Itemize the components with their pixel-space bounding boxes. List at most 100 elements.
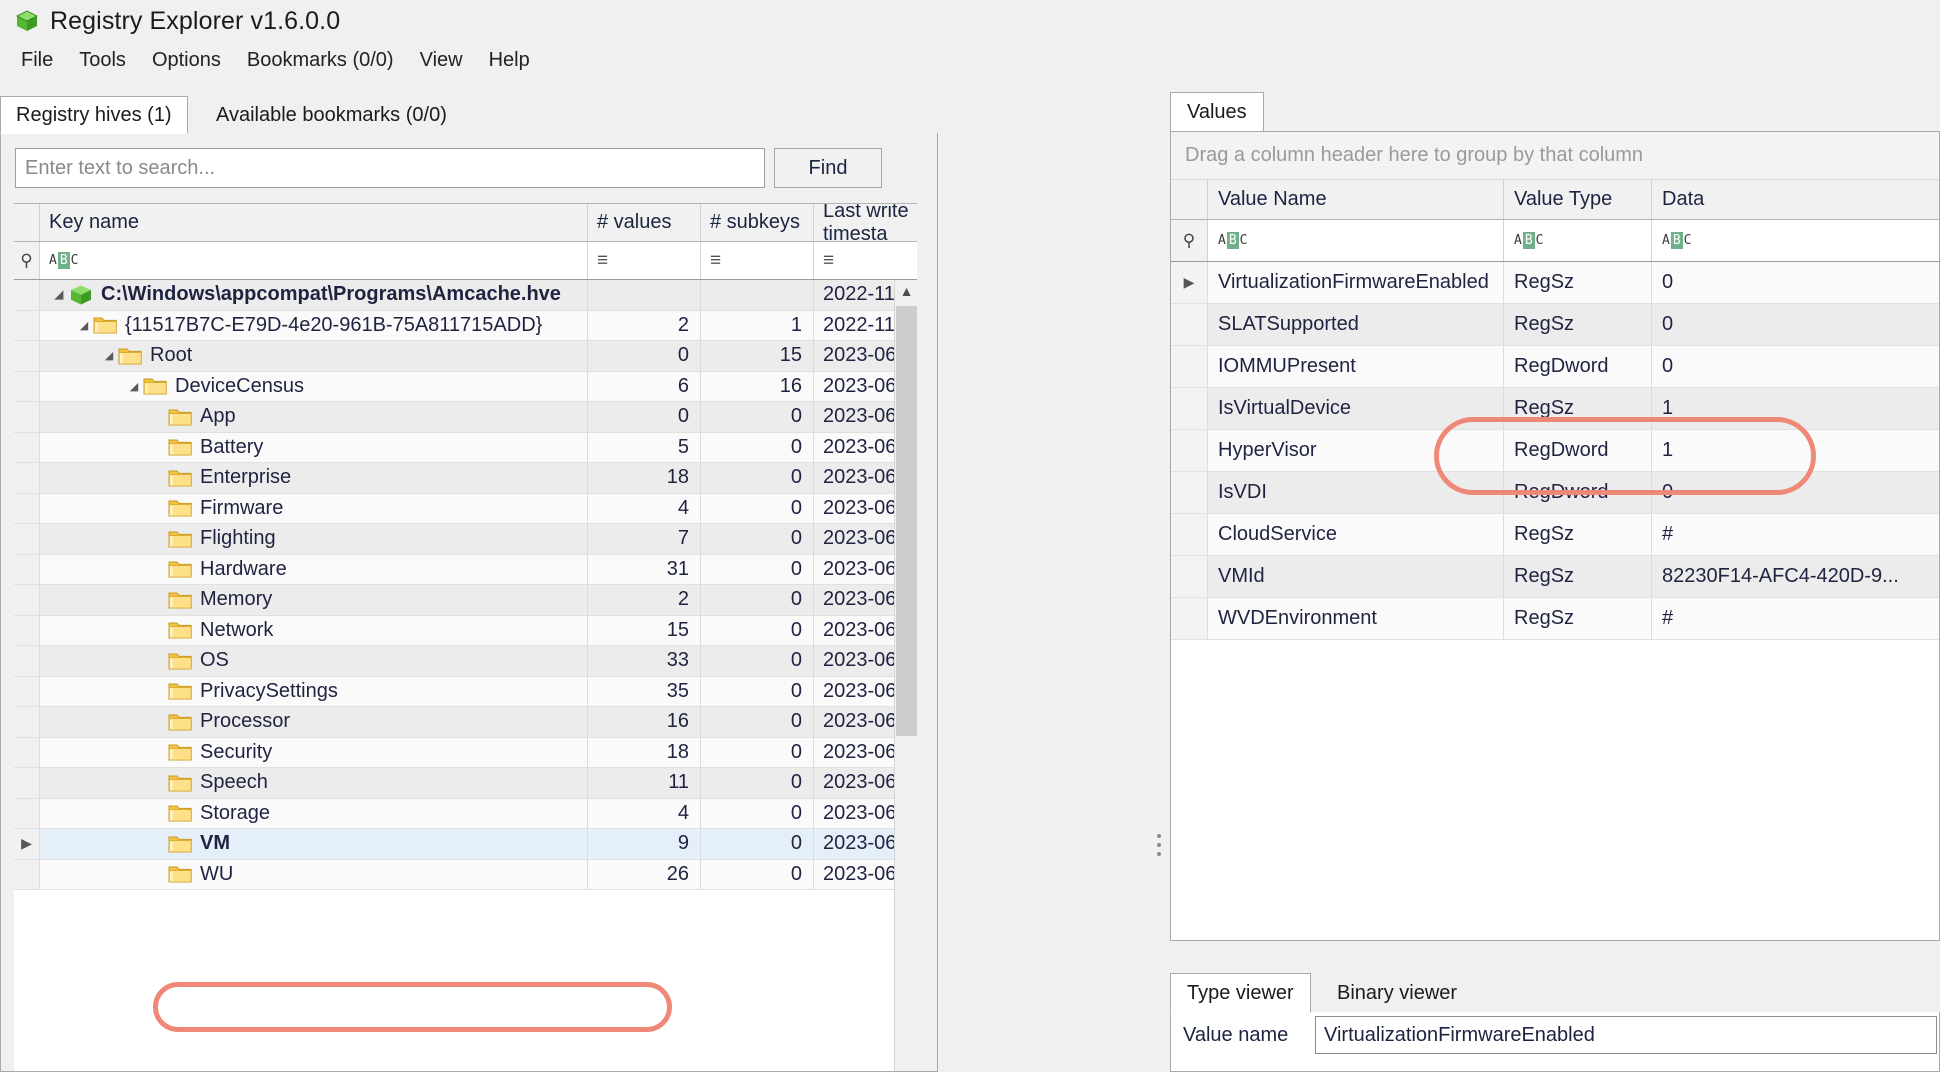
- column-header-num-values[interactable]: # values: [588, 204, 701, 241]
- tree-cell-key-name[interactable]: WU: [40, 859, 588, 890]
- menu-view[interactable]: View: [407, 45, 476, 76]
- values-filter-value-type[interactable]: ABC: [1504, 220, 1652, 261]
- tree-row[interactable]: Enterprise1802023-06-15 1: [14, 463, 917, 494]
- tab-available-bookmarks[interactable]: Available bookmarks (0/0): [200, 96, 463, 134]
- tree-cell-num-subkeys: 0: [701, 402, 814, 433]
- column-header-value-name[interactable]: Value Name: [1208, 180, 1504, 219]
- tree-row[interactable]: PrivacySettings3502023-06-15 1: [14, 676, 917, 707]
- tab-values[interactable]: Values: [1170, 92, 1264, 132]
- tree-cell-key-name[interactable]: Flighting: [40, 524, 588, 555]
- menu-file[interactable]: File: [8, 45, 66, 76]
- tree-row[interactable]: Security1802023-06-15 1: [14, 737, 917, 768]
- tree-cell-key-name[interactable]: Firmware: [40, 493, 588, 524]
- tree-row[interactable]: Storage402023-06-15 1: [14, 798, 917, 829]
- value-name-field[interactable]: VirtualizationFirmwareEnabled: [1315, 1016, 1937, 1054]
- tree-cell-key-name[interactable]: Enterprise: [40, 463, 588, 494]
- column-header-value-type[interactable]: Value Type: [1504, 180, 1652, 219]
- value-row[interactable]: VMId RegSz 82230F14-AFC4-420D-9...: [1171, 556, 1939, 598]
- menu-bookmarks[interactable]: Bookmarks (0/0): [234, 45, 407, 76]
- expander-collapse-icon[interactable]: ◢: [100, 349, 118, 362]
- menu-options[interactable]: Options: [139, 45, 234, 76]
- tree-row[interactable]: Processor1602023-06-15 1: [14, 707, 917, 738]
- tree-row[interactable]: ◢ C:\Windows\appcompat\Programs\Amcache.h…: [14, 280, 917, 311]
- tree-row[interactable]: ◢DeviceCensus6162023-06-18 1: [14, 371, 917, 402]
- tree-cell-key-name[interactable]: Hardware: [40, 554, 588, 585]
- tree-row[interactable]: ◢Root0152023-06-15 1: [14, 341, 917, 372]
- title-bar: Registry Explorer v1.6.0.0: [0, 0, 1940, 42]
- value-cell-name: CloudService: [1208, 514, 1504, 556]
- tab-binary-viewer[interactable]: Binary viewer: [1320, 973, 1474, 1013]
- tree-cell-key-name[interactable]: VM: [40, 829, 588, 860]
- tree-cell-num-values: 16: [588, 707, 701, 738]
- expander-collapse-icon[interactable]: ◢: [75, 319, 93, 332]
- values-row-indicator-header: [1171, 180, 1208, 219]
- tree-cell-key-name[interactable]: App: [40, 402, 588, 433]
- filter-num-subkeys[interactable]: ≡: [701, 242, 814, 279]
- column-header-data[interactable]: Data: [1652, 180, 1939, 219]
- tree-cell-key-name[interactable]: Speech: [40, 768, 588, 799]
- values-filter-value-name[interactable]: ABC: [1208, 220, 1504, 261]
- row-indicator: [14, 280, 40, 311]
- value-row[interactable]: CloudService RegSz #: [1171, 514, 1939, 556]
- tree-cell-key-name[interactable]: Network: [40, 615, 588, 646]
- filter-key-name[interactable]: ABC: [40, 242, 588, 279]
- tab-registry-hives[interactable]: Registry hives (1): [0, 96, 188, 134]
- value-row[interactable]: IsVirtualDevice RegSz 1: [1171, 388, 1939, 430]
- tree-row[interactable]: Flighting702023-06-18 1: [14, 524, 917, 555]
- value-row-indicator: [1171, 388, 1208, 430]
- values-filter-funnel-icon[interactable]: ⚲: [1171, 220, 1208, 261]
- scroll-up-arrow-icon[interactable]: ▲: [895, 280, 917, 302]
- tree-row[interactable]: Memory202023-06-15 1: [14, 585, 917, 616]
- menu-help[interactable]: Help: [476, 45, 543, 76]
- filter-funnel-icon[interactable]: ⚲: [14, 242, 40, 279]
- tree-row[interactable]: Speech1102023-06-15 1: [14, 768, 917, 799]
- column-header-last-write[interactable]: Last write timesta: [814, 204, 916, 245]
- group-by-hint[interactable]: Drag a column header here to group by th…: [1171, 132, 1939, 180]
- tree-cell-key-name[interactable]: Battery: [40, 432, 588, 463]
- value-row[interactable]: ▶ VirtualizationFirmwareEnabled RegSz 0: [1171, 262, 1939, 304]
- tree-cell-key-name[interactable]: Processor: [40, 707, 588, 738]
- column-header-num-subkeys[interactable]: # subkeys: [701, 204, 814, 241]
- values-filter-data[interactable]: ABC: [1652, 220, 1939, 261]
- panel-splitter[interactable]: [1152, 820, 1166, 870]
- value-row[interactable]: SLATSupported RegSz 0: [1171, 304, 1939, 346]
- scroll-thumb[interactable]: [896, 306, 917, 736]
- tree-cell-key-name[interactable]: ◢ C:\Windows\appcompat\Programs\Amcache.h…: [40, 280, 588, 311]
- expander-collapse-icon[interactable]: ◢: [125, 380, 143, 393]
- find-button[interactable]: Find: [774, 148, 882, 188]
- tree-vertical-scrollbar[interactable]: ▲: [894, 280, 917, 1071]
- menu-tools[interactable]: Tools: [66, 45, 139, 76]
- tree-cell-key-name[interactable]: Storage: [40, 798, 588, 829]
- tree-cell-key-name[interactable]: ◢ {11517B7C-E79D-4e20-961B-75A811715ADD}: [40, 310, 588, 341]
- tree-row[interactable]: ◢ {11517B7C-E79D-4e20-961B-75A811715ADD} 2…: [14, 310, 917, 341]
- tab-type-viewer[interactable]: Type viewer: [1170, 973, 1311, 1013]
- tree-row[interactable]: Firmware402023-06-15 1: [14, 493, 917, 524]
- filter-last-write[interactable]: ≡: [814, 242, 916, 279]
- tree-row[interactable]: Battery502023-06-15 1: [14, 432, 917, 463]
- tree-row[interactable]: WU2602023-06-18 1: [14, 859, 917, 890]
- tree-cell-num-values: 0: [588, 341, 701, 372]
- tree-cell-num-values: 18: [588, 463, 701, 494]
- tree-cell-key-name[interactable]: Memory: [40, 585, 588, 616]
- tree-row[interactable]: Network1502023-06-15 1: [14, 615, 917, 646]
- tree-cell-key-name[interactable]: OS: [40, 646, 588, 677]
- value-row[interactable]: WVDEnvironment RegSz #: [1171, 598, 1939, 640]
- tree-row[interactable]: OS3302023-06-15 1: [14, 646, 917, 677]
- tree-cell-key-name[interactable]: ◢ DeviceCensus: [40, 371, 588, 402]
- tree-row[interactable]: ▶VM902023-06-15 1: [14, 829, 917, 860]
- tree-key-label: Enterprise: [200, 466, 292, 489]
- value-row[interactable]: IOMMUPresent RegDword 0: [1171, 346, 1939, 388]
- tree-row[interactable]: App002023-06-15 1: [14, 402, 917, 433]
- tree-row[interactable]: Hardware3102023-06-15 1: [14, 554, 917, 585]
- filter-num-values[interactable]: ≡: [588, 242, 701, 279]
- tree-cell-key-name[interactable]: ◢ Root: [40, 341, 588, 372]
- value-row[interactable]: IsVDI RegDword 0: [1171, 472, 1939, 514]
- column-header-key-name[interactable]: Key name: [40, 204, 588, 241]
- tree-cell-num-values: 2: [588, 310, 701, 341]
- tree-key-label: Speech: [200, 771, 268, 794]
- search-input[interactable]: [15, 148, 765, 188]
- tree-cell-key-name[interactable]: Security: [40, 737, 588, 768]
- value-row[interactable]: HyperVisor RegDword 1: [1171, 430, 1939, 472]
- expander-collapse-icon[interactable]: ◢: [50, 288, 68, 301]
- tree-cell-key-name[interactable]: PrivacySettings: [40, 676, 588, 707]
